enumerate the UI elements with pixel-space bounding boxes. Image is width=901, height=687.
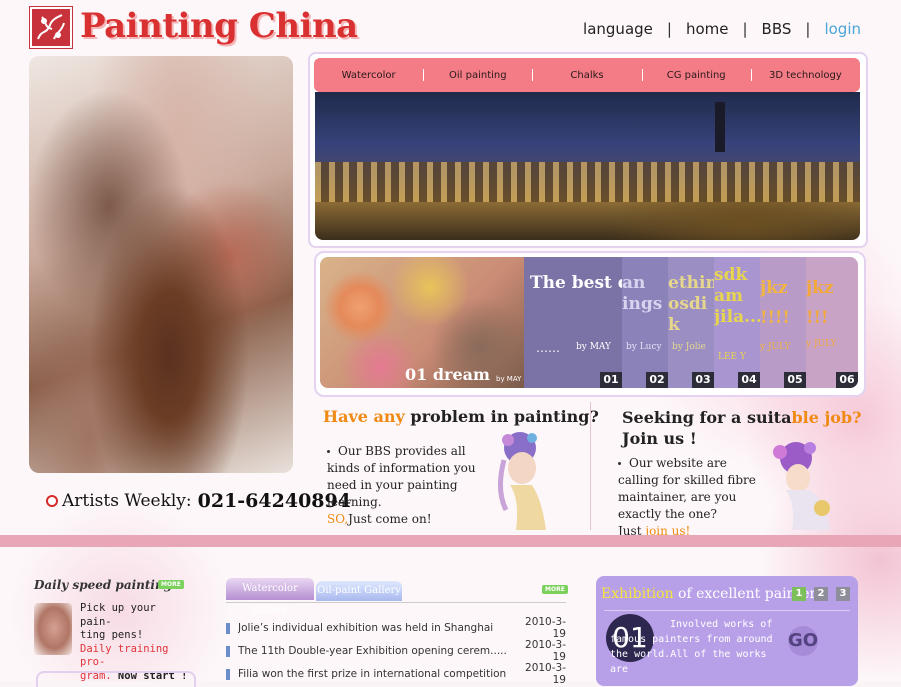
site-title[interactable]: Painting China xyxy=(80,6,358,46)
nav-separator: | xyxy=(805,20,811,38)
news-date: 2010-3-19 xyxy=(525,662,566,686)
gallery-main-author: by MAY xyxy=(496,375,522,383)
girl-illustration-icon xyxy=(773,442,830,530)
gallery-item-title: ething osdi k xyxy=(668,273,714,335)
girl-illustration-icon xyxy=(498,432,546,530)
artists-weekly-label: Artists Weekly: xyxy=(62,491,192,511)
more-button[interactable]: MORE xyxy=(158,580,184,589)
top-nav: language | home | BBS | login xyxy=(583,20,861,38)
gallery-item[interactable]: jkz !!!! y JULY 05 xyxy=(760,257,806,388)
promo-bbs-heading-highlight: Have any xyxy=(323,407,405,426)
promo-bbs-body: Our BBS provides all kinds of informatio… xyxy=(327,443,477,528)
gallery-main-caption: 01 dream xyxy=(405,365,490,384)
tab-cg-painting[interactable]: CG painting xyxy=(641,68,751,81)
category-tabs: Watercolor Oil painting Chalks CG painti… xyxy=(314,58,860,92)
next-box-edge xyxy=(36,671,196,687)
gallery-item-author: y JULY xyxy=(760,342,791,352)
exhibition-text: Involved works of famous painters from a… xyxy=(610,619,773,675)
news-title[interactable]: Jolie’s individual exhibition was held i… xyxy=(238,622,516,634)
bullet-icon xyxy=(46,495,58,507)
tab-watercolor-gallery[interactable]: Watercolor Gallery xyxy=(226,578,314,616)
promo-bbs-cta-highlight[interactable]: SO, xyxy=(327,512,348,526)
news-title[interactable]: The 11th Double-year Exhibition opening … xyxy=(238,645,516,657)
promo-jobs-body: Our website are calling for skilled fibr… xyxy=(618,455,768,540)
gallery-item-author: by Lucy xyxy=(626,342,662,352)
news-item[interactable]: The 11th Double-year Exhibition opening … xyxy=(226,639,566,663)
gallery-item[interactable]: ething osdi k by Jolie 03 xyxy=(668,257,714,388)
tower-silhouette xyxy=(715,102,725,152)
daily-line: Pick up your pain- xyxy=(80,602,156,628)
gallery-item-title: sdk am jila... xyxy=(714,265,760,327)
tab-oil-paint-gallery[interactable]: Oil-paint Gallery xyxy=(316,581,402,601)
news-date: 2010-3-19 xyxy=(525,616,566,640)
exhibition-title: Exhibition of excellent painters xyxy=(601,586,823,602)
gallery-item-author: by Jolie xyxy=(672,342,706,352)
nav-separator: | xyxy=(742,20,748,38)
gallery-item-author: y JULY xyxy=(806,339,837,349)
promo-bbs-cta[interactable]: Just come on! xyxy=(348,512,431,526)
section-band xyxy=(0,535,901,547)
gallery-item-title: jkz !!! xyxy=(806,278,834,328)
bullet-icon xyxy=(618,462,621,465)
gallery-item-title: jkz !!!! xyxy=(760,278,790,328)
daily-line: ting pens! xyxy=(80,629,144,641)
gallery-item-number: 03 xyxy=(692,372,714,388)
tab-3d-technology[interactable]: 3D technology xyxy=(750,68,860,81)
bullet-icon xyxy=(226,668,230,680)
gallery-item[interactable]: jkz !!! y JULY 06 xyxy=(806,257,858,388)
nav-language[interactable]: language xyxy=(583,20,653,38)
gallery-item[interactable]: an ings by Lucy 02 xyxy=(622,257,668,388)
promo-bbs-text: Our BBS provides all kinds of informatio… xyxy=(327,444,476,509)
gallery-item[interactable]: The best dream of us …… by MAY 01 xyxy=(524,257,622,388)
promo-jobs-heading-b: Join us ! xyxy=(622,429,697,448)
bullet-icon xyxy=(327,450,330,453)
daily-painting-title[interactable]: Daily speed painting xyxy=(34,578,172,592)
gallery-item-dots: …… xyxy=(536,341,560,355)
news-title[interactable]: Filia won the first prize in internation… xyxy=(238,668,516,680)
gallery-item-number: 02 xyxy=(646,372,668,388)
nav-bbs[interactable]: BBS xyxy=(762,20,792,38)
bullet-icon xyxy=(226,645,230,657)
logo-icon[interactable] xyxy=(30,7,72,48)
go-button[interactable]: GO xyxy=(788,626,818,656)
exhibition-page-3[interactable]: 3 xyxy=(836,587,850,601)
city-lights xyxy=(315,162,860,202)
gallery-item-title: The best dream of us xyxy=(530,273,622,293)
bullet-icon xyxy=(226,622,230,634)
news-item[interactable]: Filia won the first prize in internation… xyxy=(226,662,566,686)
promo-bbs-heading-rest: problem in painting? xyxy=(404,407,599,426)
gallery-item-author: by MAY xyxy=(576,342,611,352)
banner-city-image[interactable] xyxy=(315,92,860,240)
tab-watercolor[interactable]: Watercolor xyxy=(314,70,423,81)
gallery-item-number: 05 xyxy=(784,372,806,388)
more-button[interactable]: MORE xyxy=(542,585,568,594)
gallery-item-title: an ings xyxy=(622,273,663,314)
news-divider xyxy=(226,602,566,603)
gallery-item-author: LEE Y xyxy=(718,352,746,362)
featured-portrait-image[interactable] xyxy=(29,56,293,473)
news-date: 2010-3-19 xyxy=(525,639,566,663)
exhibition-divider xyxy=(604,610,850,611)
promo-jobs-heading-highlight: ble job? xyxy=(791,408,862,427)
nav-home[interactable]: home xyxy=(686,20,729,38)
nav-separator: | xyxy=(666,20,672,38)
daily-painting-thumbnail[interactable] xyxy=(34,603,72,655)
gallery-item-number: 06 xyxy=(836,372,858,388)
tab-oil-painting[interactable]: Oil painting xyxy=(423,68,532,81)
artists-weekly: Artists Weekly: 021-64240894 xyxy=(46,490,351,512)
exhibition-page-2[interactable]: 2 xyxy=(814,587,828,601)
promo-bbs-heading: Have any problem in painting? xyxy=(323,407,599,426)
exhibition-title-highlight: Exhibition xyxy=(601,586,674,602)
gallery-item-number: 01 xyxy=(600,372,622,388)
promo-divider xyxy=(590,402,591,530)
gallery-item[interactable]: sdk am jila... LEE Y 04 xyxy=(714,257,760,388)
daily-line: Daily training pro- xyxy=(80,642,169,669)
exhibition-page-1[interactable]: 1 xyxy=(792,587,806,601)
promo-jobs-text: Our website are calling for skilled fibr… xyxy=(618,456,756,521)
news-item[interactable]: Jolie’s individual exhibition was held i… xyxy=(226,616,566,640)
tab-chalks[interactable]: Chalks xyxy=(532,68,641,81)
promo-jobs-heading-a: Seeking for a suita xyxy=(622,408,792,427)
nav-login[interactable]: login xyxy=(824,20,861,38)
gallery-item-number: 04 xyxy=(738,372,760,388)
